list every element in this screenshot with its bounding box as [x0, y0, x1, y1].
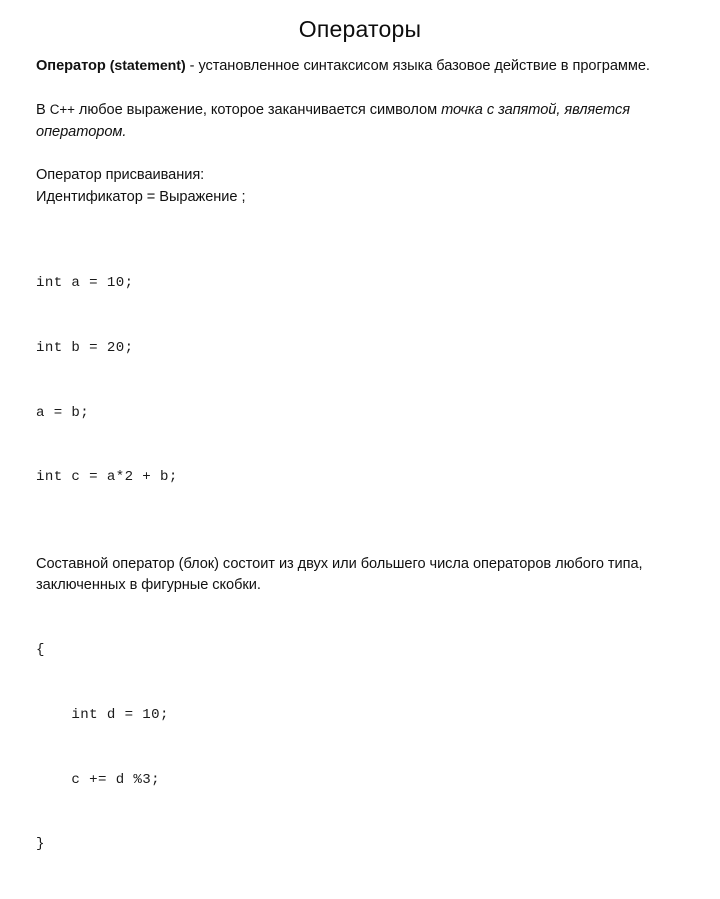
paragraph-spacer-1 [36, 78, 686, 100]
paragraph-spacer-2 [36, 143, 686, 165]
assignment-heading: Оператор присваивания: [36, 166, 205, 183]
code-line: } [36, 836, 45, 853]
paragraph-compound-statement: Составной оператор (блок) состоит из дву… [36, 555, 643, 594]
code-line: int c = a*2 + b; [36, 469, 178, 486]
paragraph-expression-rule: В C++ любое выражение, которое заканчива… [36, 99, 684, 143]
paragraph-spacer-3 [36, 208, 686, 230]
assignment-form: Идентификатор = Выражение ; [36, 188, 246, 205]
expression-rule-middle: любое выражение, которое заканчивается с… [74, 102, 442, 119]
code-line: int a = 10; [36, 274, 134, 291]
code-sample-compound-block: { int d = 10; c += d %3; } [36, 597, 686, 899]
definition-term-latin: (statement) [109, 58, 186, 74]
slide-body: Оператор (statement) - установленное син… [36, 56, 686, 899]
code-sample-declarations: int a = 10; int b = 20; a = b; int c = a… [36, 230, 686, 532]
definition-body: - установленное синтаксисом языка базово… [185, 58, 650, 74]
definition-term: Оператор [36, 58, 110, 74]
slide-canvas: Операторы Оператор (statement) - установ… [0, 0, 720, 852]
page-title: Операторы [298, 16, 422, 42]
paragraph-definition: Оператор (statement) - установленное син… [36, 56, 684, 78]
paragraph-spacer-4 [36, 532, 686, 554]
code-line: { [36, 642, 45, 659]
language-name: C++ [49, 102, 75, 118]
code-line: int d = 10; [36, 706, 169, 723]
code-line: int b = 20; [36, 339, 134, 356]
expression-rule-prefix: В [36, 102, 50, 119]
code-line: a = b; [36, 404, 90, 421]
code-line: c += d %3; [36, 771, 161, 788]
